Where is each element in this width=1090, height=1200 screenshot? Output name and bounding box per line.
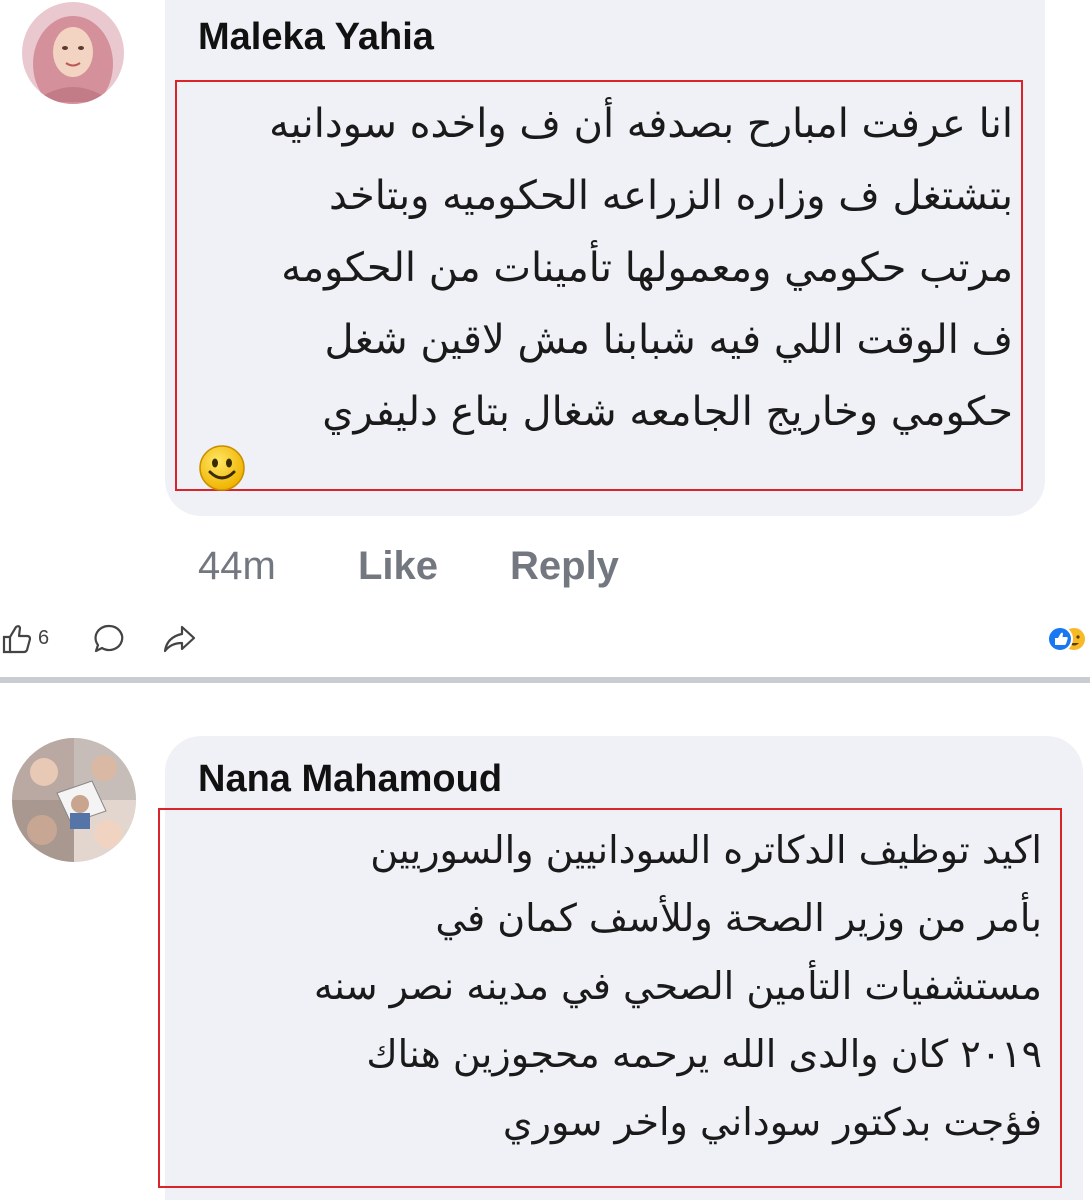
comment-text: انا عرفت امبارح بصدفه أن ف واخده سودانيه…	[269, 101, 1013, 435]
smiley-emoji	[198, 444, 246, 492]
thumbs-up-icon[interactable]	[0, 622, 34, 656]
like-button[interactable]: Like	[358, 544, 438, 589]
reply-button[interactable]: Reply	[510, 544, 619, 589]
comment-author-name[interactable]: Maleka Yahia	[198, 16, 434, 59]
post-separator	[0, 677, 1090, 683]
comment-timestamp[interactable]: 44m	[198, 544, 276, 589]
avatar-nana-mahamoud[interactable]	[12, 738, 136, 862]
comment-icon[interactable]	[92, 622, 126, 656]
comment-text: اكيد توظيف الدكاتره السودانيين والسوريين…	[313, 828, 1042, 1144]
reactions-icon[interactable]	[1046, 624, 1090, 654]
avatar-maleka-yahia[interactable]	[22, 2, 124, 104]
like-count: 6	[38, 627, 50, 649]
share-icon[interactable]	[162, 622, 198, 656]
comment-author-name[interactable]: Nana Mahamoud	[198, 758, 502, 801]
